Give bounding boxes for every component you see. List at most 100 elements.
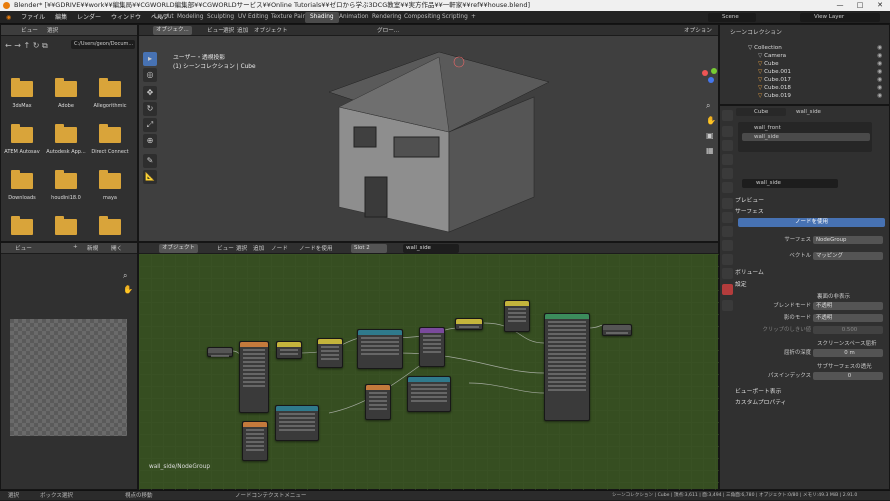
modifier-props-icon[interactable] [722,212,733,223]
shader-node[interactable] [407,376,451,412]
annotate-tool-icon[interactable]: ✎ [143,154,157,168]
surface-field[interactable]: サーフェス NodeGroup [738,236,883,245]
maximize-button[interactable]: □ [850,0,870,11]
ie-add-button[interactable]: + [73,244,78,250]
select-tool-icon[interactable]: ▸ [143,52,157,66]
viewport-display-section[interactable]: ビューポート表示 [735,386,781,395]
world-props-icon[interactable] [722,182,733,193]
transform-tool-icon[interactable]: ⊕ [143,134,157,148]
preview-section[interactable]: プレビュー [735,195,764,204]
folder-icon[interactable] [11,216,33,235]
folder-icon[interactable] [11,170,33,189]
ssr-checkbox[interactable]: スクリーンスペース屈折 [817,339,876,347]
folder-icon[interactable] [99,124,121,143]
slot-wall-side[interactable]: wall_side [742,133,870,141]
menu-edit[interactable]: 編集 [51,11,71,24]
folder-icon[interactable] [55,216,77,235]
shader-node[interactable] [276,341,302,359]
shader-node[interactable] [455,318,483,330]
surface-section[interactable]: サーフェス [735,206,764,215]
clip-threshold-value[interactable]: 0.500 [813,326,883,334]
vp-select-menu[interactable]: 選択 [223,26,234,34]
outliner-item[interactable]: ▽ Collection [748,44,782,52]
shader-node[interactable] [544,313,590,421]
shader-node[interactable] [239,341,269,413]
visibility-eye-icon[interactable]: ◉ [877,60,882,67]
backface-culling-checkbox[interactable]: 裏面の非表示 [817,292,850,300]
refraction-depth-value[interactable]: 0 m [813,349,883,357]
clip-threshold-field[interactable]: クリップのしきい値 0.500 [738,326,883,335]
folder-label[interactable]: Autodesk App... [44,149,88,155]
view-layer-selector[interactable]: View Layer [800,13,880,22]
menu-render[interactable]: レンダー [73,11,105,24]
vector-value[interactable]: マッピング [813,252,883,260]
outliner-item[interactable]: ▽ Camera [758,52,786,60]
shader-node[interactable] [504,300,530,332]
blend-mode-value[interactable]: 不透明 [813,302,883,310]
move-tool-icon[interactable]: ✥ [143,86,157,100]
folder-label[interactable]: maya [88,195,132,201]
ie-open-button[interactable]: 開く [111,244,122,252]
outliner-item[interactable]: ▽ Cube [758,60,779,68]
visibility-eye-icon[interactable]: ◉ [877,76,882,83]
view-layer-props-icon[interactable] [722,154,733,165]
add-workspace-button[interactable]: + [466,12,481,23]
object-props-icon[interactable] [722,198,733,209]
render-props-icon[interactable] [722,126,733,137]
slot-wall-front[interactable]: wall_front [742,124,870,132]
vp-options-button[interactable]: オプション [684,26,712,34]
folder-icon[interactable] [55,124,77,143]
texture-props-icon[interactable] [722,300,733,311]
blend-mode-field[interactable]: ブレンドモード 不透明 [738,302,883,311]
physics-props-icon[interactable] [722,240,733,251]
scene-props-icon[interactable] [722,168,733,179]
vp-object-menu[interactable]: オブジェクト [254,26,288,34]
outliner-item[interactable]: ▽ Cube.001 [758,68,791,76]
house-model[interactable] [299,37,559,237]
shader-node[interactable] [602,324,632,336]
pass-index-field[interactable]: パスインデックス 0 [738,372,883,381]
shader-node[interactable] [317,338,343,368]
vector-field[interactable]: ベクトル マッピング [738,252,883,261]
output-props-icon[interactable] [722,140,733,151]
custom-props-section[interactable]: カスタムプロパティ [735,397,786,406]
visibility-eye-icon[interactable]: ◉ [877,44,882,51]
shader-node[interactable] [357,329,403,369]
refraction-depth-field[interactable]: 屈折の深度 0 m [738,349,883,358]
constraints-props-icon[interactable] [722,254,733,265]
shadow-mode-value[interactable]: 不透明 [813,314,883,322]
menu-window[interactable]: ウィンドウ [107,11,145,24]
shadow-mode-field[interactable]: 影のモード 不透明 [738,314,883,323]
vp-transform-orientation[interactable]: グロー... [377,26,399,34]
settings-section[interactable]: 設定 [735,279,747,288]
minimize-button[interactable]: — [830,0,850,11]
outliner-item[interactable]: ▽ Cube.017 [758,76,791,84]
ie-new-button[interactable]: 新規 [87,244,98,252]
material-props-icon[interactable] [722,284,733,295]
folder-icon[interactable] [55,170,77,189]
use-nodes-button[interactable]: ノードを使用 [738,218,885,227]
scene-selector[interactable]: Scene [708,13,756,22]
visibility-eye-icon[interactable]: ◉ [877,52,882,59]
fb-path-field[interactable]: C:/Users/geon/Docum... [71,40,135,49]
menu-file[interactable]: ファイル [17,11,49,24]
folder-label[interactable]: 3dsMax [0,103,44,109]
shader-node[interactable] [207,347,233,357]
folder-label[interactable]: Direct Connect [88,149,132,155]
node-editor[interactable]: オブジェクト ビュー 選択 追加 ノード ノードを使用 Slot 2 wall_… [138,242,720,491]
rotate-tool-icon[interactable]: ↻ [143,102,157,116]
shader-node[interactable] [242,421,268,461]
visibility-eye-icon[interactable]: ◉ [877,92,882,99]
folder-label[interactable]: ATEM Autosav [0,149,44,155]
fb-view-menu[interactable]: ビュー [21,26,38,34]
close-button[interactable]: ✕ [870,0,890,11]
vp-mode-dropdown[interactable]: オブジェク... [153,26,192,35]
folder-label[interactable]: Downloads [0,195,44,201]
shader-node[interactable] [275,405,319,441]
zoom-icon[interactable]: ⌕ [123,271,127,281]
tool-props-icon[interactable] [722,110,733,121]
visibility-eye-icon[interactable]: ◉ [877,84,882,91]
material-datablock-field[interactable]: wall_side [742,179,838,188]
blender-menu-icon[interactable]: ◉ [2,11,15,24]
particles-props-icon[interactable] [722,226,733,237]
